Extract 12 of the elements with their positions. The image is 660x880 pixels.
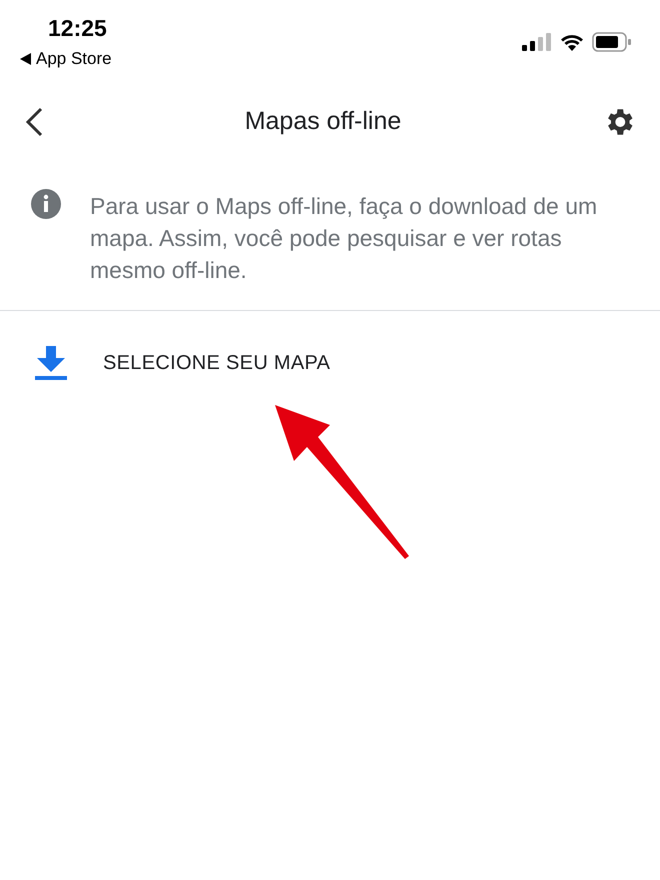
battery-icon [592,32,632,52]
page-title: Mapas off-line [244,106,402,138]
info-icon [30,188,62,220]
wifi-icon [560,33,584,51]
back-to-app-link[interactable]: App Store [36,46,112,72]
signal-icon [522,33,552,51]
back-icon[interactable] [24,107,44,137]
status-time: 12:25 [48,14,108,43]
back-triangle-icon[interactable] [20,52,31,65]
download-icon[interactable] [35,346,67,380]
info-message: Para usar o Maps off-line, faça o download de um mapa. Assim, você pode pesquisar e ver rotas mesmo off-line. [90,192,598,285]
select-map-button[interactable]: SELECIONE SEU MAPA [103,348,330,378]
